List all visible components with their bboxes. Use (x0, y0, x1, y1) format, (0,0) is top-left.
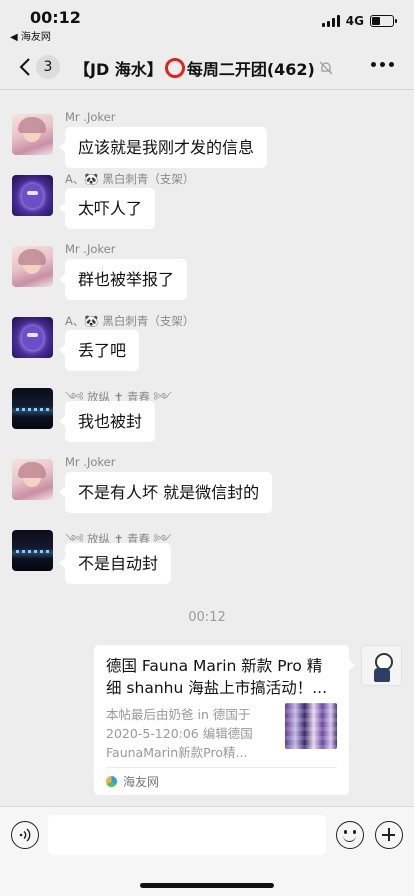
battery-icon (370, 15, 397, 27)
status-indicators: 4G (321, 14, 397, 28)
divider (106, 767, 337, 768)
voice-wave-icon (19, 828, 31, 842)
home-indicator[interactable] (140, 883, 274, 888)
link-card-description: 本帖最后由奶爸 in 德国于 2020-5-120:06 编辑德国 FaunaM… (106, 707, 253, 760)
chat-title: 【JD 海水】 每周二开团(462) (74, 56, 354, 80)
avatar[interactable] (12, 114, 53, 155)
network-type: 4G (345, 14, 364, 28)
avatar[interactable] (12, 175, 53, 216)
message-bubble[interactable]: 太吓人了 (58, 188, 156, 229)
avatar[interactable] (12, 388, 53, 429)
mute-bell-icon (319, 61, 333, 75)
status-bar: 00:12 ◀ 海友网 4G (0, 0, 414, 44)
message-bubble[interactable]: 应该就是我刚才发的信息 (58, 127, 268, 168)
source-name: 海友网 (123, 775, 160, 789)
link-card-title: 德国 Fauna Marin 新款 Pro 精细 shanhu 海盐上市搞活动！… (106, 657, 328, 697)
avatar[interactable] (12, 530, 53, 571)
message-bubble[interactable]: 我也被封 (58, 401, 156, 442)
sender-name: Mr .Joker (65, 242, 116, 256)
source-logo-icon (106, 776, 117, 787)
sender-name: A、🐼 黑白刺青（支架） (65, 314, 195, 328)
signal-icon (321, 15, 340, 27)
link-card[interactable]: 德国 Fauna Marin 新款 Pro 精细 shanhu 海盐上市搞活动！… (94, 645, 355, 795)
avatar[interactable] (12, 459, 53, 500)
status-time: 00:12 (30, 8, 81, 27)
plus-icon[interactable] (375, 821, 403, 849)
message-bubble[interactable]: 群也被举报了 (58, 259, 188, 300)
sender-name: A、🐼 黑白刺青（支架） (65, 172, 195, 186)
sender-name: Mr .Joker (65, 455, 116, 469)
message-timestamp: 00:12 (188, 610, 226, 625)
input-bar (0, 806, 414, 896)
back-to-app-link[interactable]: ◀ 海友网 (10, 28, 51, 43)
link-card-thumbnail (285, 703, 337, 749)
back-button[interactable] (14, 54, 36, 80)
chat-header: 3 【JD 海水】 每周二开团(462) (0, 44, 414, 90)
avatar[interactable] (12, 317, 53, 358)
red-circle-icon (164, 58, 185, 78)
message-bubble[interactable]: 丢了吧 (58, 330, 140, 371)
avatar-self[interactable] (361, 645, 402, 686)
more-dots-icon[interactable] (371, 62, 394, 67)
chat-title-suffix: 每周二开团(462) (186, 60, 315, 79)
message-bubble[interactable]: 不是有人坏 就是微信封的 (58, 472, 273, 513)
message-list[interactable]: Mr .Joker 应该就是我刚才发的信息 A、🐼 黑白刺青（支架） 太吓人了 … (0, 90, 414, 806)
link-card-source: 海友网 (106, 773, 159, 790)
sender-name: Mr .Joker (65, 110, 116, 124)
message-input[interactable] (48, 815, 326, 855)
unread-count-badge[interactable]: 3 (36, 55, 60, 79)
emoji-icon[interactable] (336, 821, 364, 849)
chat-title-prefix: 【JD 海水】 (74, 60, 163, 79)
chevron-left-icon (19, 58, 30, 76)
avatar[interactable] (12, 246, 53, 287)
voice-icon[interactable] (11, 821, 39, 849)
message-bubble[interactable]: 不是自动封 (58, 543, 172, 584)
